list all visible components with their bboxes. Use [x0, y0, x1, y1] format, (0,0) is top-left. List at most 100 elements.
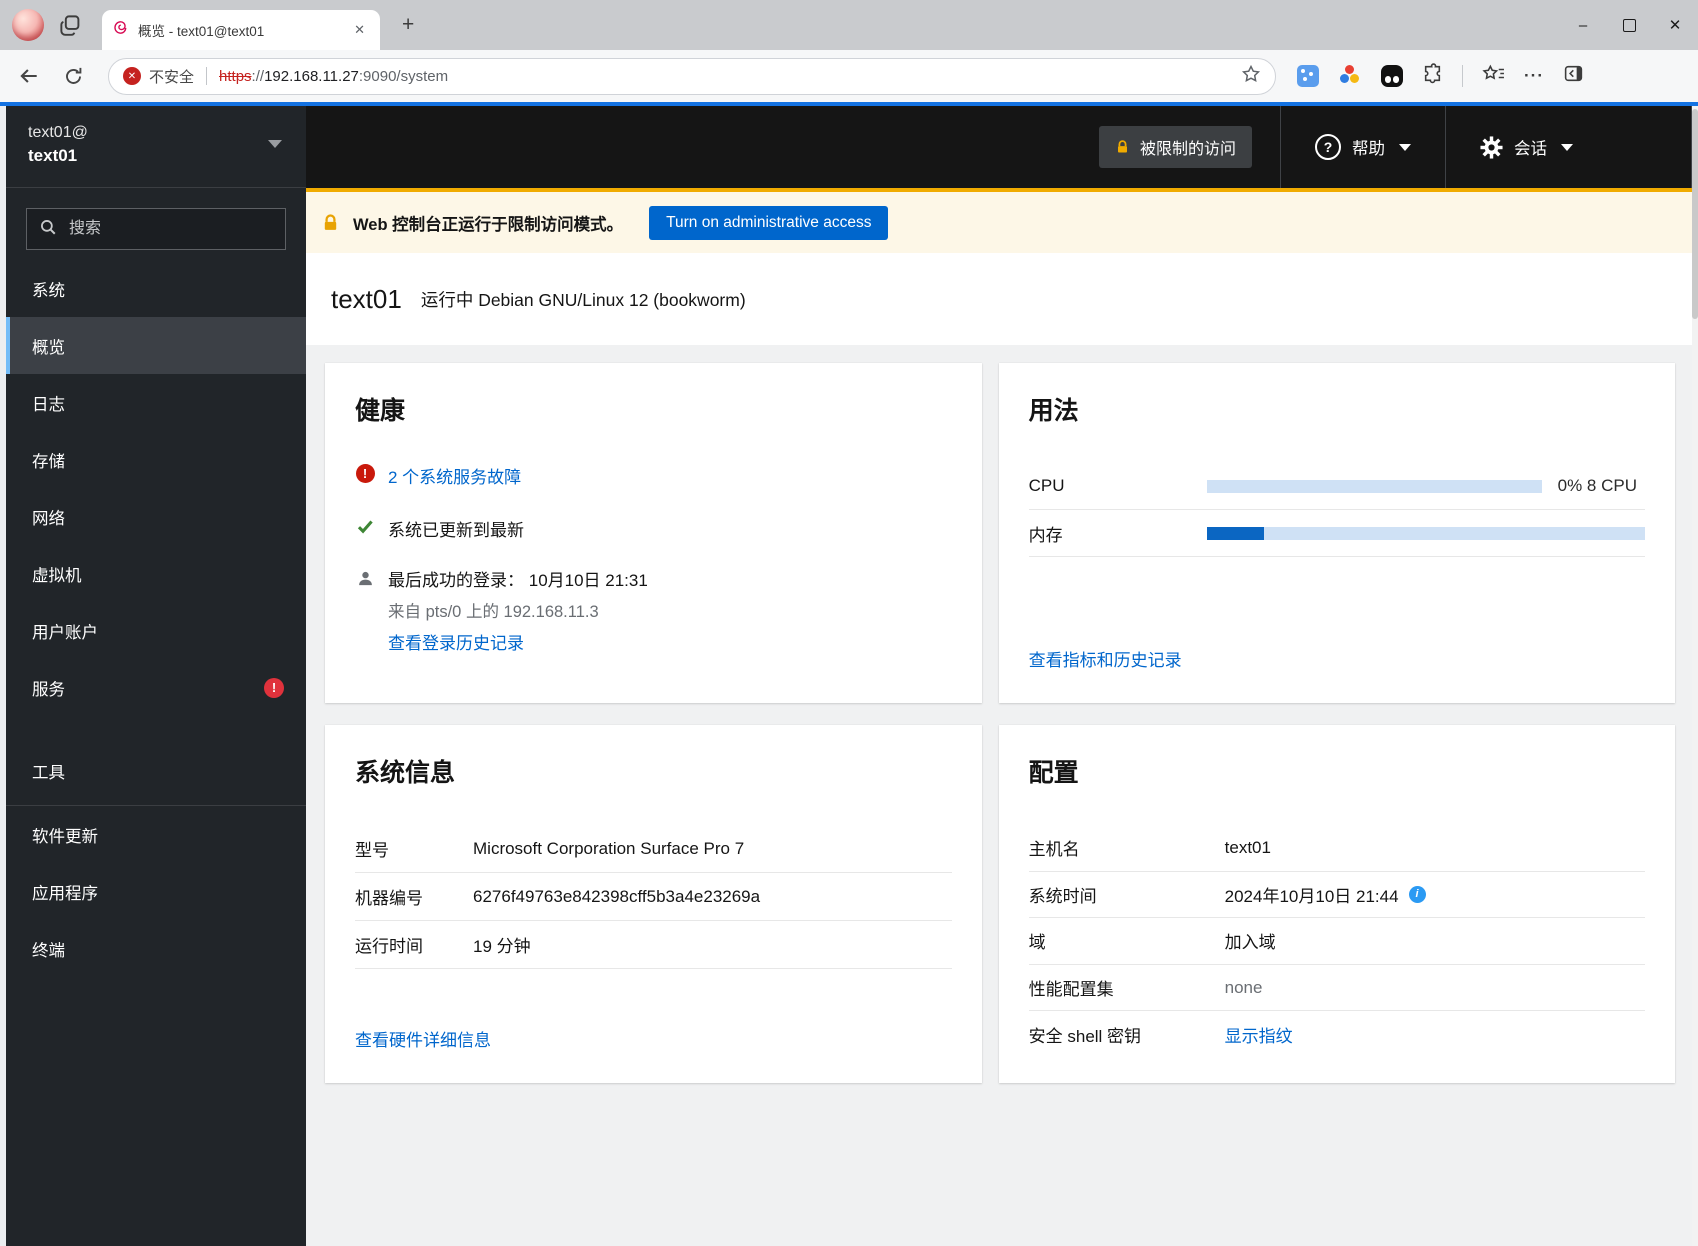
- extension-colorful-icon[interactable]: [1338, 64, 1362, 88]
- usage-card-title: 用法: [1029, 391, 1645, 427]
- memory-label: 内存: [1029, 521, 1207, 546]
- model-row: 型号 Microsoft Corporation Surface Pro 7: [355, 825, 952, 873]
- new-tab-button[interactable]: +: [394, 11, 422, 39]
- hardware-details-link[interactable]: 查看硬件详细信息: [355, 1026, 952, 1051]
- performance-profile-row: 性能配置集 none: [1029, 965, 1645, 1012]
- cpu-progress-track: [1207, 480, 1542, 493]
- not-secure-icon: ✕: [123, 67, 141, 85]
- page-scrollbar[interactable]: [1692, 106, 1698, 1246]
- user-icon: [355, 570, 375, 587]
- system-updated-label: 系统已更新到最新: [388, 516, 524, 541]
- session-menu[interactable]: 会话: [1446, 106, 1691, 188]
- restricted-access-label: 被限制的访问: [1140, 135, 1236, 159]
- extensions-puzzle-icon[interactable]: [1422, 63, 1443, 89]
- sidebar-item-services[interactable]: 服务 !: [6, 659, 306, 716]
- restricted-access-button[interactable]: 被限制的访问: [1099, 126, 1252, 168]
- url-text[interactable]: https://192.168.11.27:9090/system: [219, 68, 448, 85]
- extension-black-icon[interactable]: [1381, 65, 1403, 87]
- info-icon[interactable]: i: [1409, 886, 1426, 903]
- memory-progress-track: [1207, 527, 1645, 540]
- memory-usage-row: 内存: [1029, 510, 1645, 557]
- lock-icon: [321, 213, 340, 233]
- window-minimize-button[interactable]: –: [1560, 7, 1606, 43]
- banner-message: Web 控制台正运行于限制访问模式。: [353, 211, 623, 235]
- browser-profile-avatar[interactable]: [12, 9, 44, 41]
- toolbar-separator: [1462, 65, 1463, 87]
- host-switcher[interactable]: text01@ text01: [6, 106, 306, 188]
- collections-icon[interactable]: [1482, 63, 1505, 89]
- lock-icon: [1115, 139, 1130, 155]
- back-icon[interactable]: [14, 61, 44, 91]
- chevron-down-icon: [268, 140, 282, 148]
- sidebar-item-network[interactable]: 网络: [6, 488, 306, 545]
- nav-gap: [6, 716, 306, 742]
- host-name-label: text01: [28, 144, 284, 168]
- system-updated-row: 系统已更新到最新: [355, 516, 952, 541]
- memory-progress-fill: [1207, 527, 1264, 540]
- sidebar-item-virtual-machines[interactable]: 虚拟机: [6, 545, 306, 602]
- sidebar-item-logs[interactable]: 日志: [6, 374, 306, 431]
- usage-card: 用法 CPU 0% 8 CPU 内存: [999, 363, 1675, 703]
- help-icon: ?: [1315, 134, 1341, 160]
- search-input[interactable]: [67, 219, 273, 239]
- sidebar-item-terminal[interactable]: 终端: [6, 920, 306, 977]
- sidebar-panel-icon[interactable]: [1563, 63, 1584, 89]
- chevron-down-icon: [1561, 144, 1573, 151]
- settings-menu-icon[interactable]: ···: [1524, 66, 1544, 86]
- page-title-hostname: text01: [331, 284, 402, 315]
- last-login-row: 最后成功的登录： 10月10日 21:31 来自 pts/0 上的 192.16…: [355, 569, 952, 654]
- health-card: 健康 ! 2 个系统服务故障 系统已更新到最新: [325, 363, 982, 703]
- turn-on-admin-access-button[interactable]: Turn on administrative access: [649, 206, 888, 240]
- chevron-down-icon: [1399, 144, 1411, 151]
- url-host: 192.168.11.27: [264, 68, 359, 85]
- sidebar-item-storage[interactable]: 存储: [6, 431, 306, 488]
- system-time-row: 系统时间 2024年10月10日 21:44 i: [1029, 872, 1645, 919]
- last-login-from: 来自 pts/0 上的 192.168.11.3: [388, 598, 648, 622]
- scrollbar-thumb[interactable]: [1692, 109, 1698, 319]
- tab-actions-icon[interactable]: [58, 13, 82, 42]
- failed-services-row: ! 2 个系统服务故障: [355, 463, 952, 488]
- help-menu[interactable]: ? 帮助: [1281, 106, 1445, 188]
- last-login-line: 最后成功的登录： 10月10日 21:31: [388, 571, 648, 590]
- address-bar[interactable]: ✕ 不安全 https://192.168.11.27:9090/system: [108, 58, 1276, 95]
- login-history-link[interactable]: 查看登录历史记录: [388, 634, 524, 653]
- system-info-card-title: 系统信息: [355, 753, 952, 789]
- system-time-value[interactable]: 2024年10月10日 21:44: [1225, 882, 1399, 907]
- host-user-label: text01@: [28, 121, 284, 144]
- overview-content: 健康 ! 2 个系统服务故障 系统已更新到最新: [306, 345, 1692, 1246]
- last-login-time: 10月10日 21:31: [529, 571, 648, 590]
- sidebar-item-system[interactable]: 系统: [6, 260, 306, 317]
- window-close-button[interactable]: ✕: [1652, 7, 1698, 43]
- sidebar-item-overview[interactable]: 概览: [6, 317, 306, 374]
- sidebar-search[interactable]: [26, 208, 286, 250]
- exclamation-circle-icon: !: [355, 464, 375, 483]
- url-path: :9090/system: [359, 68, 448, 85]
- browser-window: 概览 - text01@text01 ✕ + – ✕ ✕ 不安全: [0, 0, 1698, 1246]
- sidebar-item-applications[interactable]: 应用程序: [6, 863, 306, 920]
- sidebar-nav: 系统 概览 日志 存储 网络 虚拟机 用户账户 服务 ! 工具 软件更新 应用程…: [6, 260, 306, 977]
- metrics-history-link[interactable]: 查看指标和历史记录: [1029, 646, 1645, 671]
- page-header: text01 运行中 Debian GNU/Linux 12 (bookworm…: [306, 253, 1692, 345]
- main-area: 被限制的访问 ? 帮助: [306, 106, 1692, 1246]
- tab-close-icon[interactable]: ✕: [349, 20, 370, 40]
- os-status-label: 运行中 Debian GNU/Linux 12 (bookworm): [421, 287, 746, 312]
- window-maximize-button[interactable]: [1606, 7, 1652, 43]
- refresh-icon[interactable]: [58, 61, 88, 91]
- join-domain-action[interactable]: 加入域: [1225, 928, 1276, 953]
- last-login-block: 最后成功的登录： 10月10日 21:31 来自 pts/0 上的 192.16…: [388, 569, 648, 654]
- failed-services-link[interactable]: 2 个系统服务故障: [388, 463, 521, 488]
- sidebar-item-accounts[interactable]: 用户账户: [6, 602, 306, 659]
- session-label: 会话: [1514, 135, 1547, 159]
- show-fingerprints-link[interactable]: 显示指纹: [1225, 1022, 1293, 1047]
- extension-blue-icon[interactable]: [1297, 65, 1319, 87]
- browser-tab[interactable]: 概览 - text01@text01 ✕: [102, 10, 380, 50]
- config-card-title: 配置: [1029, 753, 1645, 789]
- not-secure-label[interactable]: 不安全: [149, 66, 194, 87]
- cpu-usage-value: 0% 8 CPU: [1558, 476, 1637, 496]
- favorite-star-icon[interactable]: [1241, 64, 1261, 89]
- sidebar-item-software-updates[interactable]: 软件更新: [6, 806, 306, 863]
- restricted-mode-banner: Web 控制台正运行于限制访问模式。 Turn on administrativ…: [306, 188, 1692, 253]
- help-label: 帮助: [1352, 135, 1385, 159]
- search-icon: [39, 218, 57, 241]
- gear-icon: [1480, 136, 1503, 159]
